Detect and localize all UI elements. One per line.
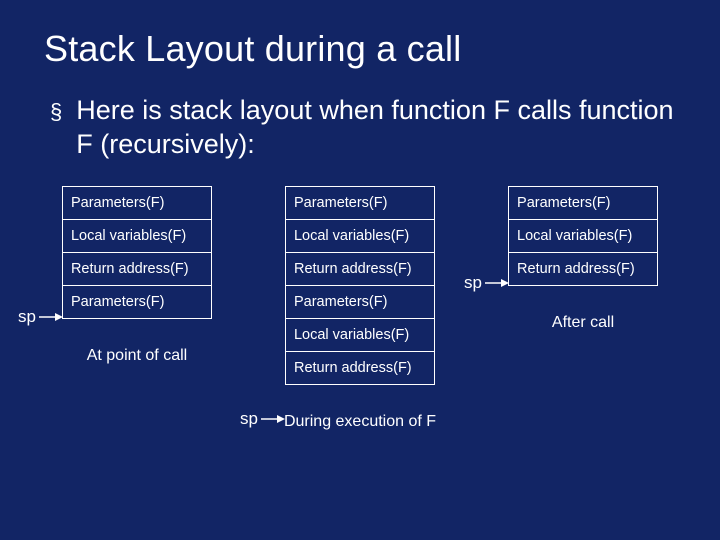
stack-cell: Parameters(F)	[285, 286, 435, 319]
sp-label: sp	[464, 273, 482, 293]
bullet-mark-icon: §	[50, 98, 62, 126]
stack-cell: Local variables(F)	[285, 220, 435, 253]
diagrams-row: sp Parameters(F) Local variables(F) Retu…	[0, 186, 720, 431]
arrow-right-icon	[39, 311, 63, 323]
arrow-right-icon	[485, 277, 509, 289]
bullet-item: § Here is stack layout when function F c…	[50, 94, 676, 162]
stack-col-during: sp Parameters(F) Local variables(F) Retu…	[284, 186, 436, 431]
stack-cell: Local variables(F)	[62, 220, 212, 253]
stack-cell: Return address(F)	[285, 352, 435, 385]
stack-col-after: sp Parameters(F) Local variables(F) Retu…	[508, 186, 658, 431]
stack-cell: Local variables(F)	[285, 319, 435, 352]
stack-cell: Return address(F)	[62, 253, 212, 286]
slide: Stack Layout during a call § Here is sta…	[0, 0, 720, 540]
stack-cell: Return address(F)	[508, 253, 658, 286]
bullet-text: Here is stack layout when function F cal…	[76, 94, 676, 162]
sp-pointer-0: sp	[18, 307, 63, 327]
stack-cell: Local variables(F)	[508, 220, 658, 253]
page-title: Stack Layout during a call	[44, 28, 676, 70]
stack-cell: Parameters(F)	[62, 286, 212, 319]
col-caption: During execution of F	[284, 413, 436, 431]
sp-pointer-2: sp	[464, 273, 509, 293]
col-caption: At point of call	[87, 347, 188, 365]
sp-pointer-1: sp	[240, 409, 285, 429]
stack-cell: Parameters(F)	[508, 186, 658, 220]
sp-label: sp	[240, 409, 258, 429]
arrow-right-icon	[261, 413, 285, 425]
sp-label: sp	[18, 307, 36, 327]
stack-col-at-call: sp Parameters(F) Local variables(F) Retu…	[62, 186, 212, 431]
stack-cell: Parameters(F)	[285, 186, 435, 220]
stack-cell: Return address(F)	[285, 253, 435, 286]
col-caption: After call	[552, 314, 614, 332]
stack-cell: Parameters(F)	[62, 186, 212, 220]
